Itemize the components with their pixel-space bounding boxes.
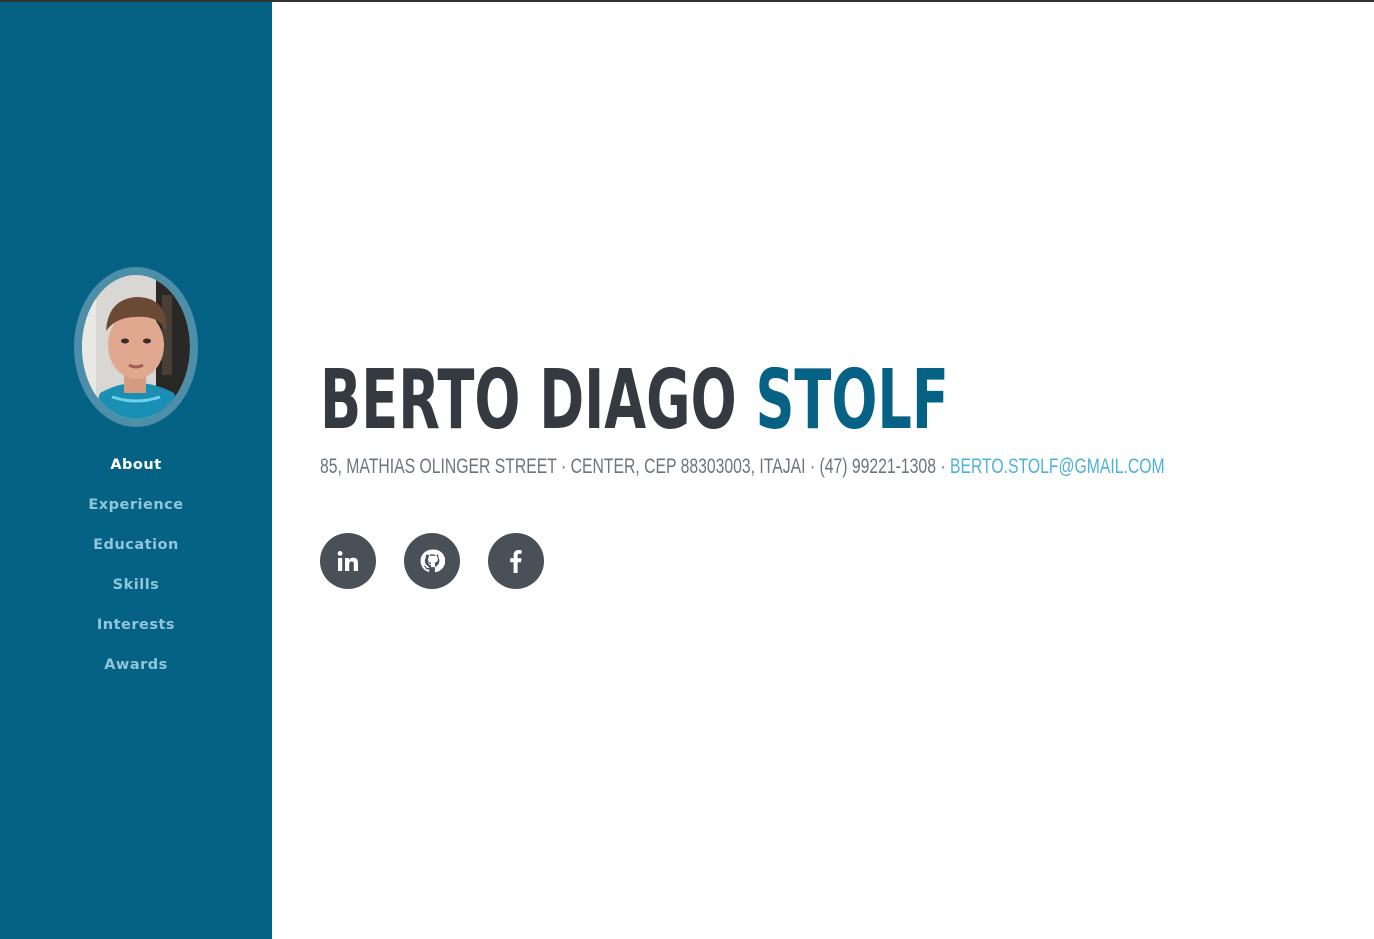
nav-item-interests[interactable]: Interests (97, 614, 175, 636)
nav-item-about[interactable]: About (110, 454, 161, 476)
sidebar: About Experience Education Skills Intere… (0, 2, 272, 939)
contact-line: 85, Mathias Olinger Street · Center, CEP… (320, 453, 1165, 481)
email-link[interactable]: BERTO.STOLF@GMAIL.COM (950, 455, 1165, 478)
facebook-icon (504, 549, 528, 573)
github-button[interactable] (404, 533, 460, 589)
address-text: 85, Mathias Olinger Street · Center, CEP… (320, 455, 950, 478)
avatar-frame (74, 267, 198, 427)
nav-item-skills[interactable]: Skills (113, 574, 160, 596)
linkedin-icon (336, 549, 360, 573)
linkedin-button[interactable] (320, 533, 376, 589)
sidebar-nav: About Experience Education Skills Intere… (0, 454, 272, 694)
avatar (82, 275, 190, 419)
facebook-button[interactable] (488, 533, 544, 589)
page-title: BERTO DIAGO STOLF (320, 356, 949, 446)
github-icon (419, 548, 445, 574)
nav-item-education[interactable]: Education (93, 534, 179, 556)
nav-item-experience[interactable]: Experience (88, 494, 183, 516)
first-name: BERTO DIAGO (320, 353, 737, 448)
social-icons (320, 533, 544, 589)
nav-item-awards[interactable]: Awards (104, 654, 168, 676)
last-name: STOLF (755, 353, 949, 448)
